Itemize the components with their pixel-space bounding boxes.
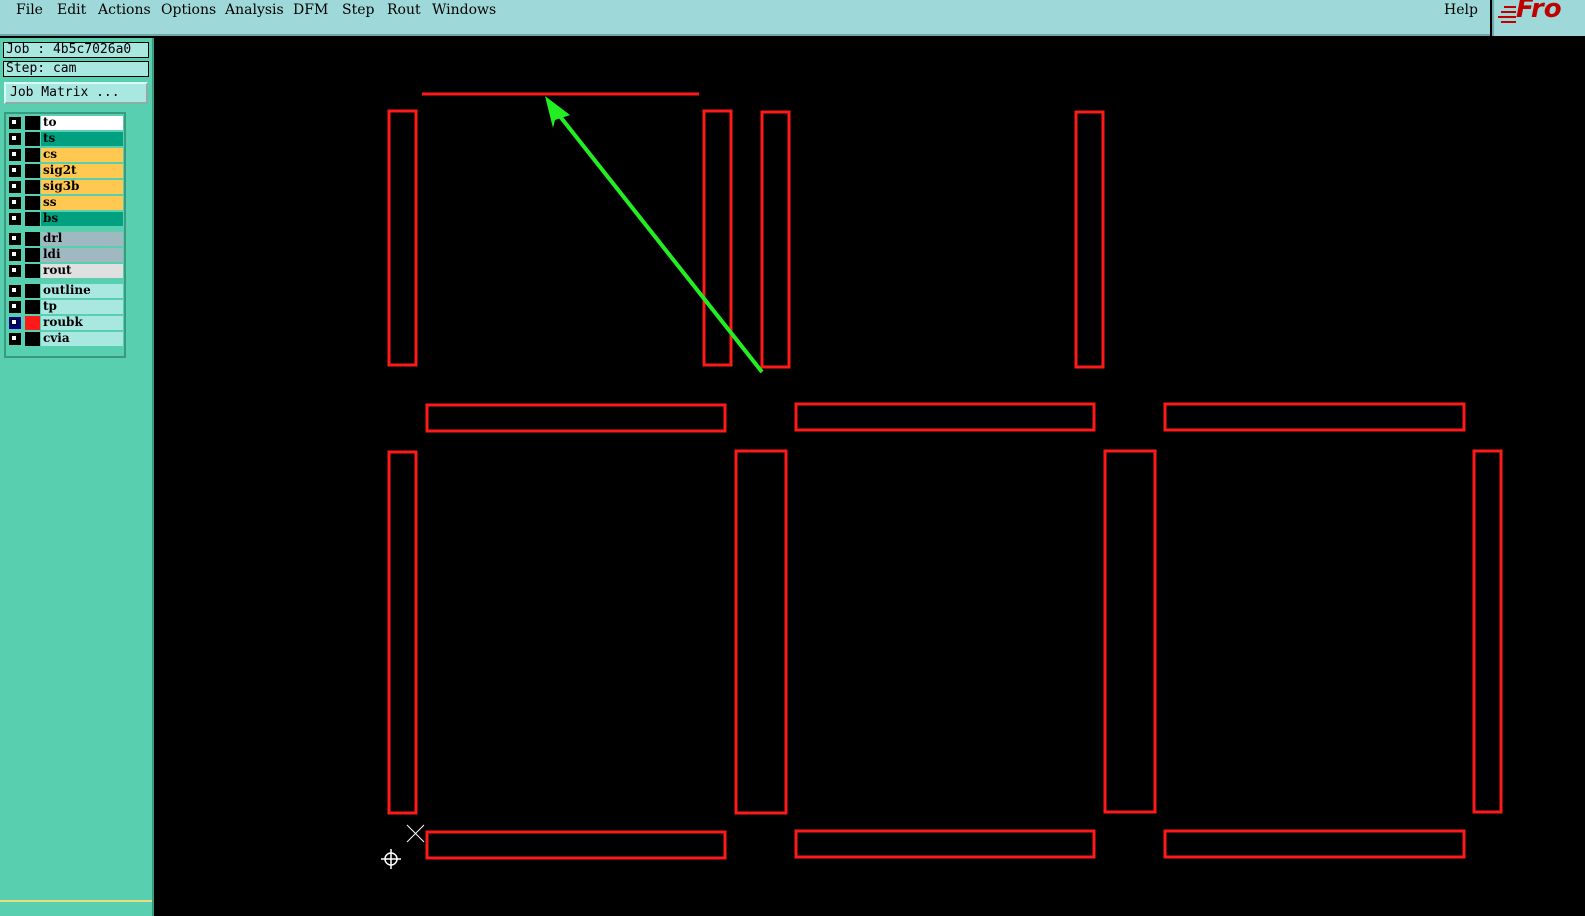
layer-row-ts[interactable]: ts: [6, 131, 124, 147]
layer-name[interactable]: ldi: [41, 248, 123, 262]
layer-color-swatch[interactable]: [25, 212, 40, 226]
layer-color-swatch[interactable]: [25, 196, 40, 210]
rout-shapes: [387, 92, 1503, 860]
layer-row-ss[interactable]: ss: [6, 195, 124, 211]
layer-color-swatch[interactable]: [25, 316, 40, 330]
layer-color-swatch[interactable]: [25, 232, 40, 246]
layer-checkbox[interactable]: [9, 233, 21, 245]
layer-name[interactable]: rout: [41, 264, 123, 278]
left-panel: Job : 4b5c7026a0 Step: cam Job Matrix ..…: [0, 38, 154, 916]
step-name-label: Step: cam: [3, 61, 149, 77]
layer-checkbox[interactable]: [9, 285, 21, 297]
layer-row-cs[interactable]: cs: [6, 147, 124, 163]
layer-row-tp[interactable]: tp: [6, 299, 124, 315]
layer-row-bs[interactable]: bs: [6, 211, 124, 227]
layer-checkbox[interactable]: [9, 117, 21, 129]
layer-checkbox[interactable]: [9, 149, 21, 161]
layer-color-swatch[interactable]: [25, 132, 40, 146]
shape-rect: [794, 402, 1096, 432]
layer-name[interactable]: cvia: [41, 332, 123, 346]
layer-color-swatch[interactable]: [25, 284, 40, 298]
layer-name[interactable]: ts: [41, 132, 123, 146]
layer-checkbox[interactable]: [9, 181, 21, 193]
shape-rect: [387, 450, 418, 815]
shape-rect: [1074, 110, 1105, 369]
menu-file[interactable]: File: [16, 2, 43, 18]
layer-name[interactable]: cs: [41, 148, 123, 162]
layer-checkbox[interactable]: [9, 317, 21, 329]
layer-color-swatch[interactable]: [25, 300, 40, 314]
layer-checkbox[interactable]: [9, 213, 21, 225]
graphics-canvas[interactable]: [156, 38, 1585, 916]
menu-help[interactable]: Help: [1444, 2, 1478, 18]
shape-rect: [425, 403, 727, 433]
shape-rect: [425, 830, 727, 860]
shape-rect: [1163, 402, 1466, 432]
menu-step[interactable]: Step: [342, 2, 374, 18]
shape-rect: [1472, 449, 1503, 814]
menu-analysis[interactable]: Analysis: [225, 2, 284, 18]
layer-name[interactable]: tp: [41, 300, 123, 314]
layer-color-swatch[interactable]: [25, 264, 40, 278]
layer-checkbox[interactable]: [9, 301, 21, 313]
shape-rect: [760, 110, 791, 369]
layer-row-outline[interactable]: outline: [6, 283, 124, 299]
layer-name[interactable]: outline: [41, 284, 123, 298]
menu-actions[interactable]: Actions: [98, 2, 151, 18]
layer-row-roubk[interactable]: roubk: [6, 315, 124, 331]
layer-color-swatch[interactable]: [25, 164, 40, 178]
layer-name[interactable]: sig3b: [41, 180, 123, 194]
layer-row-sig3b[interactable]: sig3b: [6, 179, 124, 195]
layer-checkbox[interactable]: [9, 249, 21, 261]
layer-color-swatch[interactable]: [25, 332, 40, 346]
job-name-label: Job : 4b5c7026a0: [3, 42, 149, 58]
menu-windows[interactable]: Windows: [432, 2, 496, 18]
layer-name[interactable]: roubk: [41, 316, 123, 330]
layer-checkbox[interactable]: [9, 265, 21, 277]
layer-row-drl[interactable]: drl: [6, 231, 124, 247]
menu-rout[interactable]: Rout: [387, 2, 421, 18]
layer-color-swatch[interactable]: [25, 180, 40, 194]
layer-name[interactable]: ss: [41, 196, 123, 210]
logo-stripes-icon: [1498, 6, 1516, 23]
shape-rect: [734, 449, 788, 815]
layer-name[interactable]: drl: [41, 232, 123, 246]
layer-row-rout[interactable]: rout: [6, 263, 124, 279]
green-arrow: [545, 96, 764, 374]
layer-color-swatch[interactable]: [25, 148, 40, 162]
layer-name[interactable]: sig2t: [41, 164, 123, 178]
layer-row-cvia[interactable]: cvia: [6, 331, 124, 347]
cross-marker-icon: [406, 824, 425, 843]
menu-dfm[interactable]: DFM: [293, 2, 328, 18]
menu-options[interactable]: Options: [161, 2, 216, 18]
layer-color-swatch[interactable]: [25, 248, 40, 262]
shape-rect: [794, 829, 1096, 859]
job-matrix-button[interactable]: Job Matrix ...: [4, 82, 148, 104]
layer-checkbox[interactable]: [9, 133, 21, 145]
layer-list: to ts cs sig2t sig3b ss bs drl ldi rout outline tp r…: [4, 112, 126, 358]
layer-color-swatch[interactable]: [25, 116, 40, 130]
logo-text: Fro: [1516, 0, 1562, 24]
shape-rect: [387, 109, 418, 367]
layer-row-to[interactable]: to: [6, 115, 124, 131]
layer-name[interactable]: bs: [41, 212, 123, 226]
shape-rect: [1103, 449, 1157, 814]
menu-edit[interactable]: Edit: [57, 2, 86, 18]
shape-rect: [1163, 829, 1466, 859]
status-strip: [0, 900, 152, 916]
menu-bar: File Edit Actions Options Analysis DFM S…: [0, 0, 1490, 36]
crosshair-cursor-icon: [381, 849, 401, 869]
layer-name[interactable]: to: [41, 116, 123, 130]
layer-checkbox[interactable]: [9, 333, 21, 345]
layer-row-sig2t[interactable]: sig2t: [6, 163, 124, 179]
layer-row-ldi[interactable]: ldi: [6, 247, 124, 263]
app-logo: Fro: [1492, 0, 1585, 36]
layer-checkbox[interactable]: [9, 197, 21, 209]
layer-checkbox[interactable]: [9, 165, 21, 177]
